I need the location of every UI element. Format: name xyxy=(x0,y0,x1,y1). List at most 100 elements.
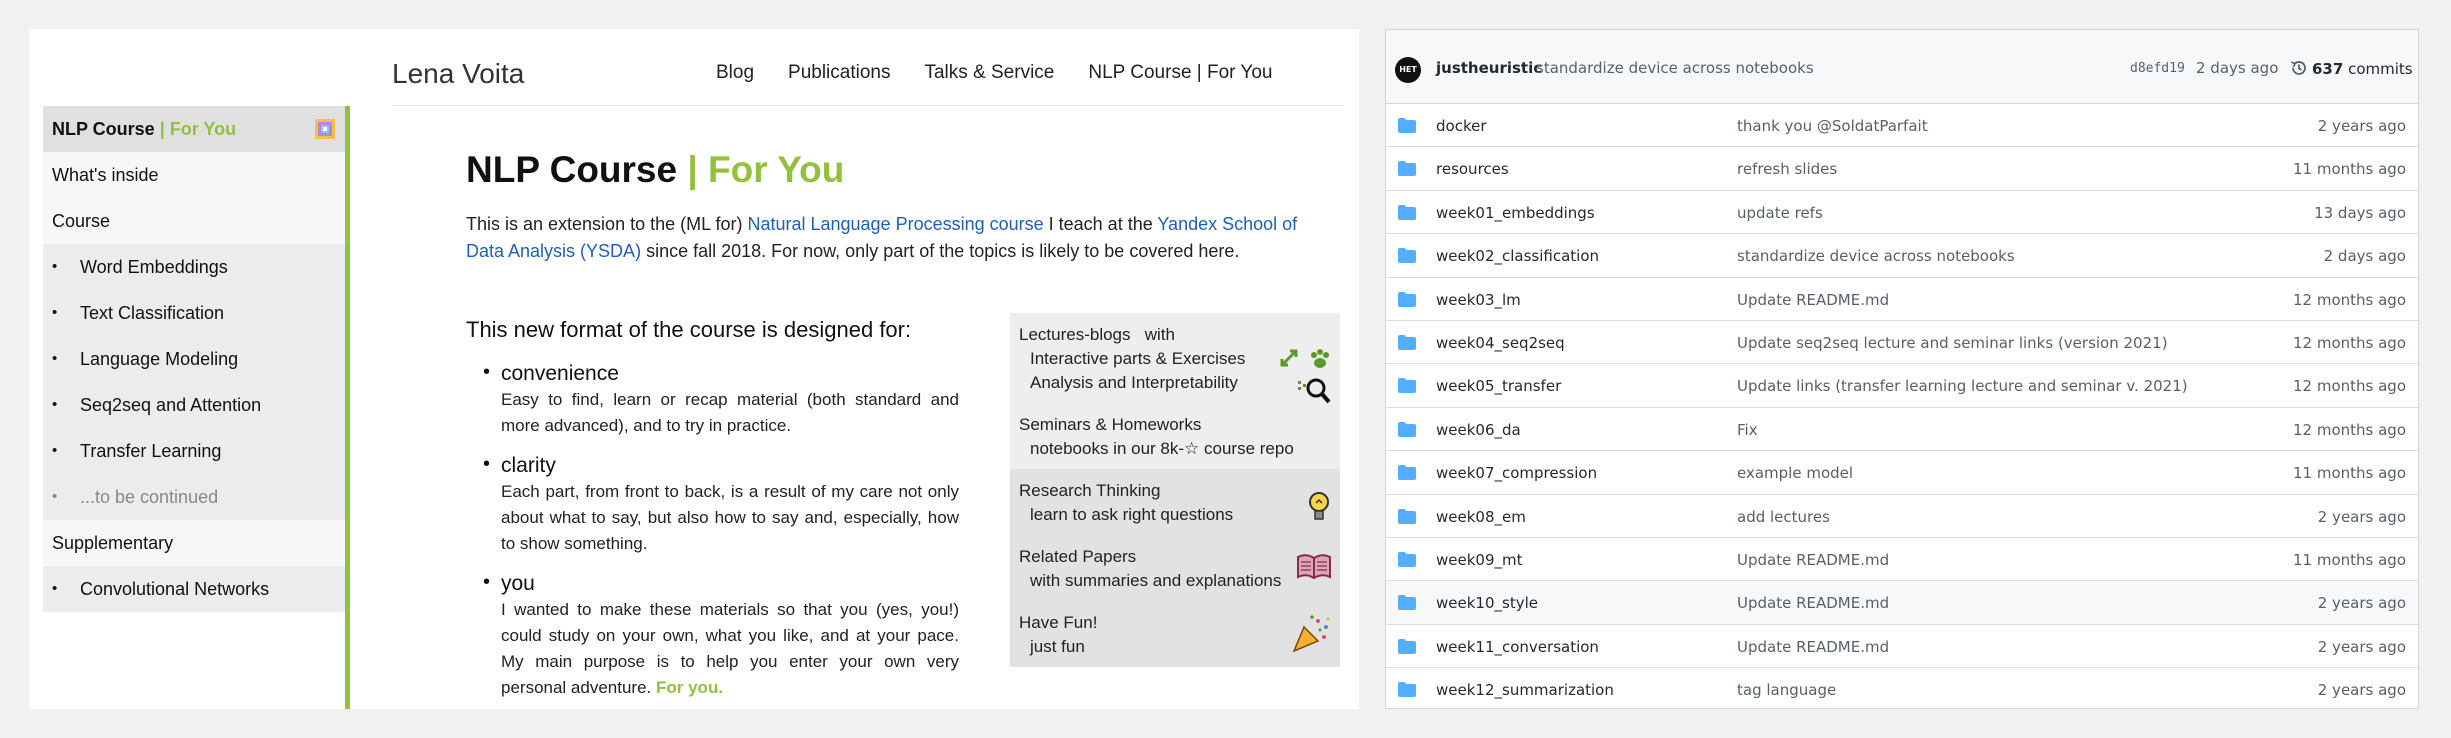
sidebar-item[interactable]: ...to be continued xyxy=(43,474,349,520)
panel-lectures-with: with xyxy=(1144,325,1175,344)
file-row[interactable]: week08_em add lectures 2 years ago xyxy=(1386,495,2418,538)
panel-fun[interactable]: Have Fun! just fun xyxy=(1010,601,1340,667)
folder-icon xyxy=(1398,682,1416,698)
file-commit-message[interactable]: refresh slides xyxy=(1737,160,1837,178)
intro-paragraph: This is an extension to the (ML for) Nat… xyxy=(466,211,1316,265)
github-repo-browser: НЕТ justheuristic standardize device acr… xyxy=(1385,29,2419,709)
file-name[interactable]: week07_compression xyxy=(1436,464,1597,482)
file-commit-message[interactable]: Fix xyxy=(1737,421,1758,439)
sidebar-item[interactable]: Supplementary xyxy=(43,520,349,566)
file-row[interactable]: resources refresh slides 11 months ago xyxy=(1386,147,2418,191)
file-commit-age: 12 months ago xyxy=(2292,333,2406,352)
sidebar-item[interactable]: Transfer Learning xyxy=(43,428,349,474)
file-commit-message[interactable]: Update README.md xyxy=(1737,638,1889,656)
file-name[interactable]: week01_embeddings xyxy=(1436,204,1595,222)
folder-icon xyxy=(1398,248,1416,264)
file-commit-age: 2 years ago xyxy=(2317,507,2406,526)
course-overview-panel: Lectures-blogs with Interactive parts & … xyxy=(1010,313,1340,667)
feature-clarity: clarity Each part, from front to back, i… xyxy=(483,453,959,557)
site-title[interactable]: Lena Voita xyxy=(392,58,524,90)
file-commit-message[interactable]: Update README.md xyxy=(1737,551,1889,569)
file-name[interactable]: week12_summarization xyxy=(1436,681,1614,699)
panel-research[interactable]: Research Thinking learn to ask right que… xyxy=(1010,469,1340,535)
author-avatar[interactable]: НЕТ xyxy=(1395,57,1421,83)
file-commit-message[interactable]: update refs xyxy=(1737,204,1823,222)
file-row[interactable]: week02_classification standardize device … xyxy=(1386,234,2418,278)
commit-count: 637 xyxy=(2312,60,2344,78)
file-commit-message[interactable]: add lectures xyxy=(1737,508,1830,526)
file-commit-age: 11 months ago xyxy=(2292,464,2406,483)
sidebar-item[interactable]: Language Modeling xyxy=(43,336,349,382)
page-title-accent: | For You xyxy=(677,149,845,190)
nav-publications[interactable]: Publications xyxy=(788,62,890,84)
sidebar-item[interactable]: Convolutional Networks xyxy=(43,566,349,612)
file-row[interactable]: week11_conversation Update README.md 2 yea… xyxy=(1386,625,2418,669)
file-commit-message[interactable]: Update links (transfer learning lecture … xyxy=(1737,377,2188,395)
sidebar-item[interactable]: Word Embeddings xyxy=(43,244,349,290)
nav-talks[interactable]: Talks & Service xyxy=(924,62,1054,84)
file-commit-message[interactable]: Update README.md xyxy=(1737,291,1889,309)
intro-text-3: since fall 2018. For now, only part of t… xyxy=(641,241,1240,261)
feature-list: convenience Easy to find, learn or recap… xyxy=(483,361,959,709)
file-commit-message[interactable]: standardize device across notebooks xyxy=(1737,247,2015,265)
file-name[interactable]: week09_mt xyxy=(1436,551,1523,569)
folder-icon xyxy=(1398,161,1416,177)
folder-icon xyxy=(1398,551,1416,567)
file-row[interactable]: week07_compression example model 11 months… xyxy=(1386,451,2418,495)
commits-label: commits xyxy=(2348,60,2413,78)
file-commit-message[interactable]: Update seq2seq lecture and seminar links… xyxy=(1737,334,2168,352)
file-name[interactable]: week03_lm xyxy=(1436,291,1521,309)
file-commit-age: 2 days ago xyxy=(2323,247,2406,266)
file-commit-message[interactable]: tag language xyxy=(1737,681,1836,699)
file-name[interactable]: week04_seq2seq xyxy=(1436,334,1565,352)
file-name[interactable]: week10_style xyxy=(1436,594,1538,612)
panel-research-title: Research Thinking xyxy=(1019,481,1161,500)
sidebar: NLP Course | For You What's inside Course… xyxy=(43,106,349,612)
feature-title: you xyxy=(501,572,535,595)
commits-link[interactable]: 637 commits xyxy=(2290,59,2413,78)
file-row[interactable]: week09_mt Update README.md 11 months ago xyxy=(1386,538,2418,582)
page-title: NLP Course | For You xyxy=(466,149,1346,191)
panel-papers[interactable]: Related Papers with summaries and explan… xyxy=(1010,535,1340,601)
file-row[interactable]: docker thank you @SoldatParfait 2 years ag… xyxy=(1386,104,2418,148)
file-name[interactable]: docker xyxy=(1436,117,1487,135)
sidebar-item[interactable]: What's inside xyxy=(43,152,349,198)
sidebar-header-main: NLP Course xyxy=(52,119,155,139)
file-name[interactable]: week11_conversation xyxy=(1436,638,1599,656)
file-row[interactable]: week04_seq2seq Update seq2seq lecture and… xyxy=(1386,321,2418,365)
nav-blog[interactable]: Blog xyxy=(716,62,754,84)
panel-lectures-line: Analysis and Interpretability xyxy=(1030,373,1238,392)
file-name[interactable]: week02_classification xyxy=(1436,247,1599,265)
sidebar-header[interactable]: NLP Course | For You xyxy=(43,106,349,152)
file-row[interactable]: week01_embeddings update refs 13 days ago xyxy=(1386,191,2418,235)
magnifier-icon xyxy=(1298,378,1331,404)
feature-convenience: convenience Easy to find, learn or recap… xyxy=(483,361,959,439)
file-row[interactable]: week03_lm Update README.md 12 months ago xyxy=(1386,278,2418,321)
commit-author[interactable]: justheuristic xyxy=(1436,59,1542,77)
panel-seminars[interactable]: Seminars & Homeworks notebooks in our 8k… xyxy=(1010,403,1340,469)
folder-icon xyxy=(1398,508,1416,524)
file-name[interactable]: week08_em xyxy=(1436,508,1526,526)
sidebar-item[interactable]: Text Classification xyxy=(43,290,349,336)
sidebar-rail xyxy=(345,106,350,709)
commit-message[interactable]: standardize device across notebooks xyxy=(1536,59,1814,77)
file-name[interactable]: week06_da xyxy=(1436,421,1521,439)
file-commit-message[interactable]: thank you @SoldatParfait xyxy=(1737,117,1928,135)
feature-description: Easy to find, learn or recap material (b… xyxy=(501,390,959,435)
sidebar-item[interactable]: Seq2seq and Attention xyxy=(43,382,349,428)
nav-nlp-course[interactable]: NLP Course | For You xyxy=(1088,62,1272,84)
file-row[interactable]: week12_summarization tag language 2 years … xyxy=(1386,668,2418,708)
file-list: docker thank you @SoldatParfait 2 years ag… xyxy=(1386,104,2418,708)
file-name[interactable]: week05_transfer xyxy=(1436,377,1561,395)
commit-sha[interactable]: d8efd19 xyxy=(2130,61,2185,76)
sidebar-item[interactable]: Course xyxy=(43,198,349,244)
nlp-course-link[interactable]: Natural Language Processing course xyxy=(747,214,1043,234)
file-row[interactable]: week05_transfer Update links (transfer le… xyxy=(1386,364,2418,408)
panel-lectures[interactable]: Lectures-blogs with Interactive parts & … xyxy=(1010,313,1340,404)
file-row[interactable]: week10_style Update README.md 2 years ago xyxy=(1386,581,2418,625)
file-row[interactable]: week06_da Fix 12 months ago xyxy=(1386,408,2418,452)
file-commit-message[interactable]: example model xyxy=(1737,464,1853,482)
file-name[interactable]: resources xyxy=(1436,160,1509,178)
panel-seminars-line: notebooks in our 8k-☆ course repo xyxy=(1030,439,1294,458)
file-commit-message[interactable]: Update README.md xyxy=(1737,594,1889,612)
